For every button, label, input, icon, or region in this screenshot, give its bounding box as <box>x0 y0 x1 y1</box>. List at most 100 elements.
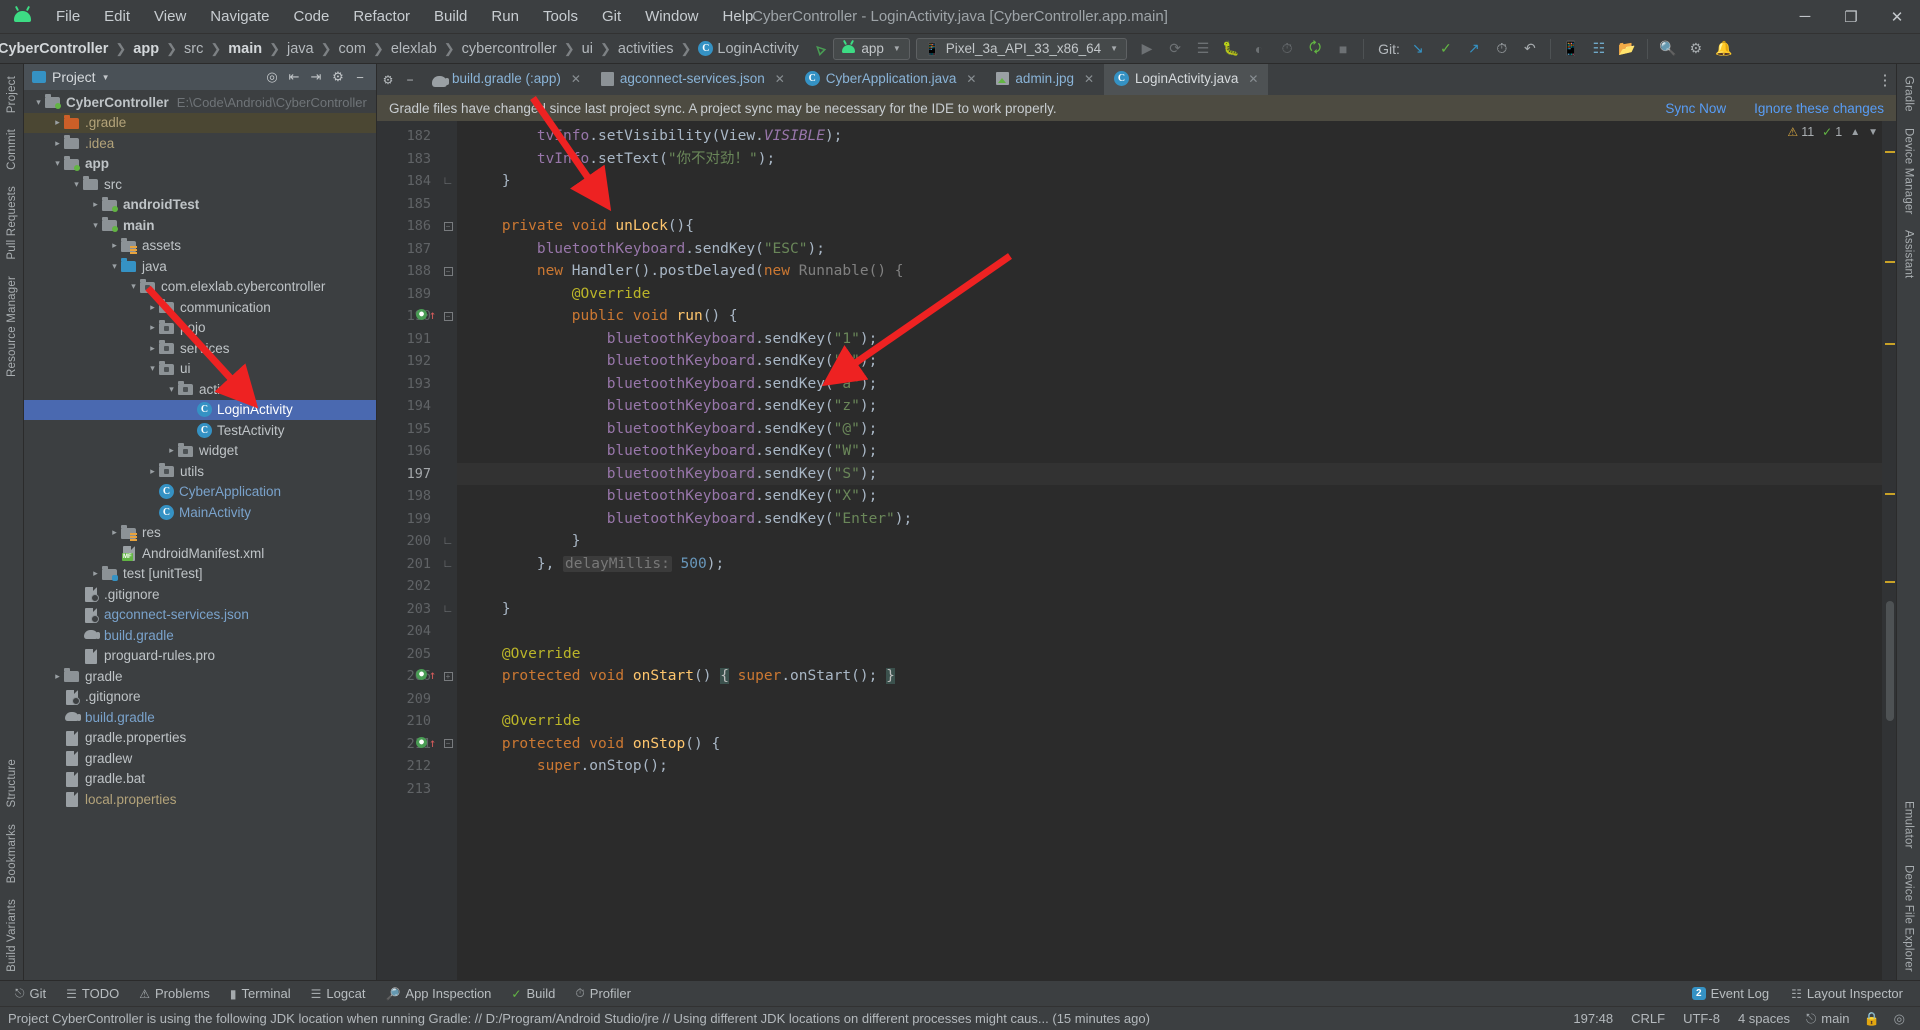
device-explorer-icon[interactable]: 📂 <box>1613 36 1641 62</box>
settings-icon[interactable]: ⚙ <box>328 67 348 87</box>
fold-collapse-icon[interactable]: − <box>443 266 453 276</box>
tree-item-proguard-rules-pro[interactable]: ▸proguard-rules.pro <box>24 646 376 667</box>
tree-item-gitignore[interactable]: ▸.gitignore <box>24 584 376 605</box>
device-selector[interactable]: 📱 Pixel_3a_API_33_x86_64 ▼ <box>915 37 1128 60</box>
marker[interactable] <box>1885 581 1895 583</box>
menu-refactor[interactable]: Refactor <box>341 4 422 29</box>
tree-item-java[interactable]: ▾ java <box>24 256 376 277</box>
chevron-down-icon[interactable]: ▾ <box>146 363 159 374</box>
locate-icon[interactable]: ◎ <box>262 67 282 87</box>
stop-icon[interactable]: ■ <box>1329 36 1357 62</box>
chevron-right-icon[interactable]: ▸ <box>146 322 159 333</box>
tree-item-services[interactable]: ▸ services <box>24 338 376 359</box>
code-line[interactable]: super.onStop(); <box>457 755 1882 778</box>
line-number[interactable]: 186 <box>377 215 439 238</box>
code-line[interactable]: private void unLock(){ <box>457 215 1882 238</box>
rail-item-structure[interactable]: Structure <box>2 751 22 815</box>
tab-agconnect-services[interactable]: agconnect-services.json ✕ <box>591 64 795 95</box>
marker[interactable] <box>1885 343 1895 345</box>
collapse-all-icon[interactable]: ⇥ <box>306 67 326 87</box>
marker[interactable] <box>1885 261 1895 263</box>
code-line[interactable]: tvInfo.setVisibility(View.VISIBLE); <box>457 125 1882 148</box>
tool-git[interactable]: ⎋ Git <box>6 984 55 1003</box>
line-number[interactable]: 182 <box>377 125 439 148</box>
tree-item-assets[interactable]: ▸ assets <box>24 236 376 257</box>
chevron-down-icon[interactable]: ▾ <box>127 281 140 292</box>
close-icon[interactable]: ✕ <box>571 72 581 86</box>
breadcrumb-main[interactable]: main <box>226 41 264 57</box>
code-line[interactable]: bluetoothKeyboard.sendKey("a"); <box>457 373 1882 396</box>
breadcrumb-elexlab[interactable]: elexlab <box>389 41 439 57</box>
line-number[interactable]: 196 <box>377 440 439 463</box>
breadcrumb-src[interactable]: src <box>182 41 205 57</box>
code-line[interactable]: bluetoothKeyboard.sendKey("q"); <box>457 350 1882 373</box>
more-options-icon[interactable]: ⋮ <box>1874 64 1896 95</box>
tree-item-pojo[interactable]: ▸ pojo <box>24 318 376 339</box>
line-number[interactable]: 197 <box>377 463 439 486</box>
marker[interactable] <box>1885 151 1895 153</box>
chevron-down-icon[interactable]: ▾ <box>70 179 83 190</box>
code-line[interactable]: protected void onStop() { <box>457 733 1882 756</box>
menu-code[interactable]: Code <box>281 4 341 29</box>
fold-end-icon[interactable]: ∟ <box>443 535 454 547</box>
marker[interactable] <box>1885 493 1895 495</box>
menu-file[interactable]: File <box>44 4 92 29</box>
notifications-icon[interactable]: 🔔 <box>1710 36 1738 62</box>
code-line[interactable]: } <box>457 598 1882 621</box>
menu-navigate[interactable]: Navigate <box>198 4 281 29</box>
debug-icon[interactable]: 🐛 <box>1217 36 1245 62</box>
search-icon[interactable]: 🔍 <box>1654 36 1682 62</box>
fold-end-icon[interactable]: ∟ <box>443 603 454 615</box>
fold-marker[interactable]: − <box>439 305 457 328</box>
vertical-scrollbar-thumb[interactable] <box>1886 601 1894 721</box>
tab-build-gradle[interactable]: build.gradle (:app) ✕ <box>421 64 591 95</box>
fold-collapse-icon[interactable]: − <box>443 311 453 321</box>
code-line[interactable]: public void run() { <box>457 305 1882 328</box>
line-number[interactable]: 209 <box>377 688 439 711</box>
line-number[interactable]: 191 <box>377 328 439 351</box>
project-tree[interactable]: ▾ CyberController E:\Code\Android\CyberCon… <box>24 90 376 980</box>
fold-marker[interactable] <box>439 395 457 418</box>
git-commit-icon[interactable]: ✓ <box>1432 36 1460 62</box>
fold-collapse-icon[interactable]: − <box>443 221 453 231</box>
sdk-manager-icon[interactable]: ☷ <box>1585 36 1613 62</box>
line-number[interactable]: 205 <box>377 643 439 666</box>
lock-icon[interactable]: 🔒 <box>1856 1011 1886 1027</box>
status-message[interactable]: Project CyberController is using the fol… <box>8 1011 1564 1026</box>
chevron-down-icon[interactable]: ▾ <box>51 158 64 169</box>
chevron-right-icon[interactable]: ▸ <box>51 117 64 128</box>
tool-event-log[interactable]: 2 Event Log <box>1683 984 1778 1003</box>
sync-now-link[interactable]: Sync Now <box>1665 101 1726 116</box>
fold-marker[interactable]: ∟ <box>439 170 457 193</box>
code-line[interactable]: new Handler().postDelayed(new Runnable()… <box>457 260 1882 283</box>
line-number[interactable]: 194 <box>377 395 439 418</box>
chevron-right-icon[interactable]: ▸ <box>108 527 121 538</box>
close-icon[interactable]: ✕ <box>966 72 976 86</box>
code-line[interactable]: bluetoothKeyboard.sendKey("1"); <box>457 328 1882 351</box>
fold-end-icon[interactable]: ∟ <box>443 558 454 570</box>
chevron-down-icon[interactable]: ▾ <box>108 261 121 272</box>
menu-help[interactable]: Help <box>711 4 766 29</box>
breadcrumb-ui[interactable]: ui <box>580 41 595 57</box>
rail-item-gradle[interactable]: Gradle <box>1899 68 1919 120</box>
menu-window[interactable]: Window <box>633 4 710 29</box>
chevron-right-icon[interactable]: ▸ <box>108 240 121 251</box>
tool-problems[interactable]: ⚠ Problems <box>130 984 219 1003</box>
code-line[interactable]: protected void onStart() { super.onStart… <box>457 665 1882 688</box>
line-number[interactable]: 195 <box>377 418 439 441</box>
tree-item-communication[interactable]: ▸ communication <box>24 297 376 318</box>
code-line[interactable] <box>457 778 1882 801</box>
rail-item-bookmarks[interactable]: Bookmarks <box>2 816 22 891</box>
menu-build[interactable]: Build <box>422 4 479 29</box>
code-line[interactable]: bluetoothKeyboard.sendKey("ESC"); <box>457 238 1882 261</box>
apply-changes-icon[interactable]: ☰ <box>1189 36 1217 62</box>
code-line[interactable] <box>457 620 1882 643</box>
code-line[interactable]: bluetoothKeyboard.sendKey("z"); <box>457 395 1882 418</box>
code-content[interactable]: tvInfo.setVisibility(View.VISIBLE); tvIn… <box>457 121 1882 980</box>
line-number[interactable]: 200 <box>377 530 439 553</box>
tree-item-cyberapplication[interactable]: ▸CCyberApplication <box>24 482 376 503</box>
line-number[interactable]: 184 <box>377 170 439 193</box>
tree-item-app[interactable]: ▾ app <box>24 154 376 175</box>
tree-item-com-elexlab-cybercontroller[interactable]: ▾ com.elexlab.cybercontroller <box>24 277 376 298</box>
code-line[interactable] <box>457 575 1882 598</box>
